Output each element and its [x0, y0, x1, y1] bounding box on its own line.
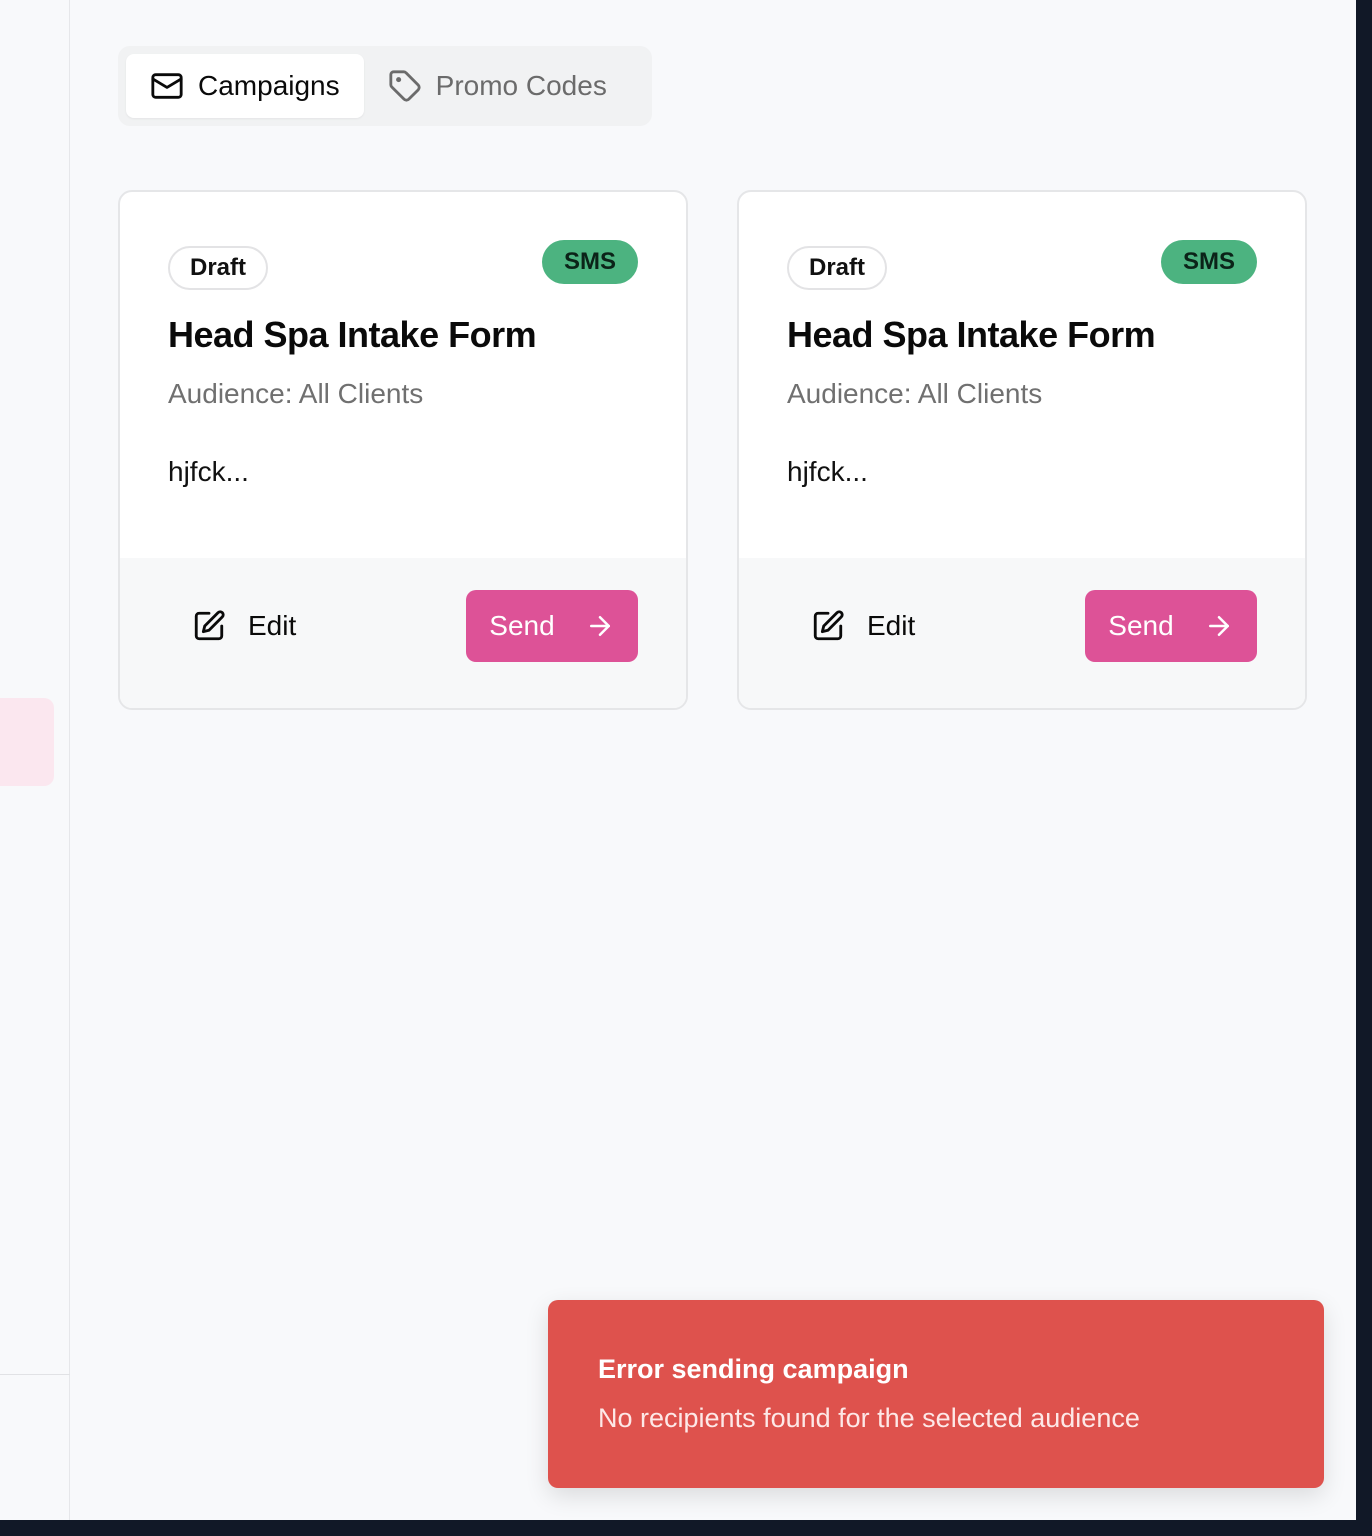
toast-message: No recipients found for the selected aud… [598, 1403, 1140, 1433]
arrow-right-icon [589, 616, 610, 636]
edit-icon [813, 610, 844, 641]
send-button-label: Send [1108, 610, 1174, 641]
tab-campaigns[interactable]: Campaigns [126, 54, 364, 118]
edit-button-label: Edit [867, 610, 916, 641]
status-badge: Draft [787, 246, 888, 290]
channel-badge: SMS [1160, 240, 1257, 284]
campaign-title: Head Spa Intake Form [168, 314, 537, 355]
tab-promo-codes-label: Promo Codes [435, 70, 607, 101]
tab-bar: Campaigns Promo Codes [118, 46, 652, 126]
campaign-card: Draft SMS Head Spa Intake Form Audience:… [737, 190, 1307, 710]
sidebar [0, 0, 70, 1520]
send-button[interactable]: Send [1085, 590, 1257, 662]
campaign-card: Draft SMS Head Spa Intake Form Audience:… [118, 190, 688, 710]
campaign-preview: hjfck... [787, 456, 868, 487]
toast-title: Error sending campaign [598, 1354, 909, 1384]
mail-icon [151, 73, 183, 99]
tag-icon [389, 70, 421, 102]
app-window: Campaigns Promo Codes Draft SMS Head Spa… [0, 0, 1356, 1520]
tab-promo-codes[interactable]: Promo Codes [364, 54, 631, 118]
send-button[interactable]: Send [466, 590, 638, 662]
sidebar-active-item[interactable] [0, 698, 54, 786]
card-footer: Edit Send [120, 558, 686, 708]
campaign-title: Head Spa Intake Form [787, 314, 1156, 355]
edit-icon [194, 610, 225, 641]
card-footer: Edit Send [739, 558, 1305, 708]
sidebar-divider [0, 1374, 70, 1375]
campaign-audience: Audience: All Clients [168, 378, 424, 409]
status-badge: Draft [168, 246, 269, 290]
edit-button[interactable]: Edit [168, 590, 320, 662]
edit-button[interactable]: Edit [787, 590, 939, 662]
tab-campaigns-label: Campaigns [198, 70, 340, 101]
error-toast[interactable]: Error sending campaign No recipients fou… [548, 1300, 1324, 1488]
send-button-label: Send [489, 610, 555, 641]
arrow-right-icon [1208, 616, 1229, 636]
edit-button-label: Edit [248, 610, 297, 641]
campaign-preview: hjfck... [168, 456, 249, 487]
channel-badge: SMS [541, 240, 638, 284]
campaign-audience: Audience: All Clients [787, 378, 1043, 409]
